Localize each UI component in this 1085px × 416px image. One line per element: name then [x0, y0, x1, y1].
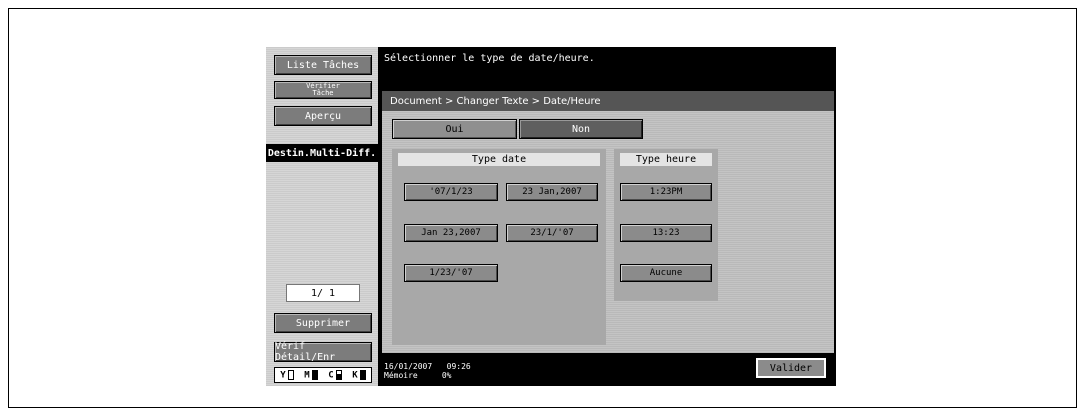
toner-levels: Y M C K — [274, 367, 372, 383]
time-option-button[interactable]: 13:23 — [620, 224, 712, 242]
date-option-button[interactable]: 23/1/'07 — [506, 224, 598, 242]
supprimer-button[interactable]: Supprimer — [274, 313, 372, 333]
instruction-message: Sélectionner le type de date/heure. — [384, 53, 595, 64]
left-sidebar: Liste Tâches Vérifier Tâche Aperçu Desti… — [266, 47, 378, 386]
settings-content: Document > Changer Texte > Date/Heure Ou… — [382, 91, 834, 353]
toner-bar-icon — [311, 369, 318, 380]
date-type-title: Type date — [398, 153, 600, 166]
toner-bar-icon — [335, 369, 342, 380]
valider-button[interactable]: Valider — [755, 357, 827, 379]
status-time: 09:26 — [446, 362, 471, 371]
oui-toggle[interactable]: Oui — [392, 119, 517, 139]
toner-bar-icon — [287, 369, 294, 380]
toner-c: C — [328, 369, 342, 380]
date-option-button[interactable]: '07/1/23 — [404, 183, 498, 201]
tache-label: Tâche — [312, 89, 334, 97]
time-option-button[interactable]: 1:23PM — [620, 183, 712, 201]
verif-detail-button[interactable]: Vérif Détail/Enr — [274, 341, 372, 363]
control-panel-screen: Liste Tâches Vérifier Tâche Aperçu Desti… — [266, 47, 836, 386]
time-type-title: Type heure — [620, 153, 712, 166]
toner-y: Y — [280, 369, 294, 380]
status-date: 16/01/2007 — [384, 362, 433, 371]
date-option-button[interactable]: Jan 23,2007 — [404, 224, 498, 242]
status-bar: 16/01/2007 09:26 Mémoire 0% — [384, 362, 471, 380]
page-counter: 1/ 1 — [286, 284, 360, 302]
apercu-button[interactable]: Aperçu — [274, 106, 372, 126]
date-option-button[interactable]: 1/23/'07 — [404, 264, 498, 282]
liste-taches-button[interactable]: Liste Tâches — [274, 55, 372, 75]
breadcrumb: Document > Changer Texte > Date/Heure — [382, 91, 834, 111]
time-option-button[interactable]: Aucune — [620, 264, 712, 282]
date-option-button[interactable]: 23 Jan,2007 — [506, 183, 598, 201]
time-type-group: Type heure 1:23PM 13:23 Aucune — [614, 149, 718, 301]
toner-m: M — [304, 369, 318, 380]
memory-label: Mémoire — [384, 371, 418, 380]
memory-value: 0% — [441, 371, 452, 380]
non-toggle[interactable]: Non — [519, 119, 643, 139]
destin-multi-diff-label: Destin.Multi-Diff. — [266, 144, 378, 162]
toner-k: K — [352, 369, 366, 380]
verifier-tache-button[interactable]: Vérifier Tâche — [274, 81, 372, 99]
date-type-group: Type date '07/1/23 23 Jan,2007 Jan 23,20… — [392, 149, 606, 345]
toner-bar-icon — [359, 369, 366, 380]
